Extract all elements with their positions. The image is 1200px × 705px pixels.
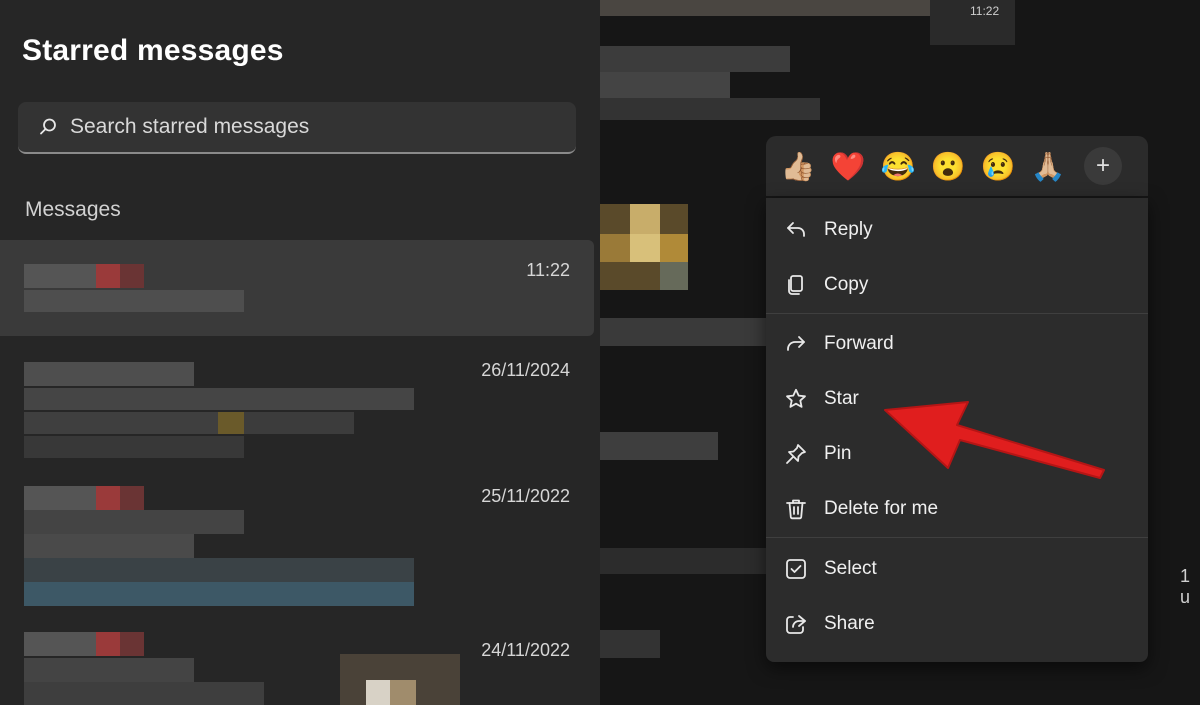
blurred-text: [24, 510, 244, 534]
message-context-menu: Reply Copy Forward Star Pin Delete for m…: [766, 198, 1148, 662]
blurred-chat-text: [600, 548, 766, 574]
starred-message-item[interactable]: 24/11/2022: [0, 624, 594, 705]
blurred-text: [24, 290, 244, 312]
blurred-sender: [24, 362, 194, 386]
blurred-chat-text: [600, 46, 790, 72]
blurred-text: [244, 412, 354, 434]
panel-title: Starred messages: [22, 34, 284, 67]
menu-item-delete-for-me[interactable]: Delete for me: [766, 485, 1148, 533]
star-icon: [783, 386, 809, 412]
starred-messages-panel: Starred messages Messages 11:22 26/11/20…: [0, 0, 600, 705]
copy-icon: [783, 272, 809, 298]
menu-item-share[interactable]: Share: [766, 600, 1148, 648]
menu-item-forward[interactable]: Forward: [766, 320, 1148, 368]
blurred-image: [600, 234, 630, 262]
message-time: 11:22: [526, 260, 570, 280]
blurred-text: [24, 534, 194, 558]
menu-item-pin[interactable]: Pin: [766, 430, 1148, 478]
blurred-image: [630, 234, 660, 262]
menu-item-label: Reply: [824, 219, 873, 240]
blurred-chat-text: [600, 432, 718, 460]
menu-separator: [766, 313, 1148, 314]
blurred-sender: [24, 486, 96, 510]
menu-item-label: Pin: [824, 443, 852, 464]
blurred-sender: [24, 264, 96, 288]
reaction-heart[interactable]: ❤️: [830, 148, 866, 184]
blurred-sender-accent: [96, 486, 120, 510]
blurred-text: [24, 412, 224, 434]
blurred-sender: [24, 632, 96, 656]
message-time: 25/11/2022: [481, 486, 570, 506]
menu-item-copy[interactable]: Copy: [766, 261, 1148, 309]
menu-item-reply[interactable]: Reply: [766, 206, 1148, 254]
reaction-bar: 👍🏼 ❤️ 😂 😮 😢 🙏🏼 +: [766, 136, 1148, 196]
menu-item-label: Forward: [824, 333, 894, 354]
menu-item-label: Copy: [824, 274, 869, 295]
chat-message-time: 11:22: [970, 4, 1000, 18]
starred-message-item[interactable]: 25/11/2022: [0, 478, 594, 608]
forward-icon: [783, 331, 809, 357]
blurred-text: [24, 388, 414, 410]
message-time: 24/11/2022: [481, 640, 570, 660]
menu-separator: [766, 537, 1148, 538]
pin-icon: [783, 441, 809, 467]
blurred-sender-accent: [96, 632, 120, 656]
reply-icon: [783, 217, 809, 243]
reaction-pray[interactable]: 🙏🏼: [1030, 148, 1066, 184]
menu-item-label: Delete for me: [824, 498, 939, 519]
trash-icon: [783, 496, 809, 522]
blurred-text: [24, 658, 194, 682]
menu-item-select[interactable]: Select: [766, 545, 1148, 593]
checkbox-icon: [783, 556, 809, 582]
blurred-text-accent: [218, 412, 244, 434]
reaction-laughing[interactable]: 😂: [880, 148, 916, 184]
blurred-image: [630, 204, 660, 234]
blurred-chat-text: [600, 98, 820, 120]
search-icon: [38, 117, 58, 137]
blurred-image: [660, 234, 688, 262]
message-time: 26/11/2024: [481, 360, 570, 380]
section-label-messages: Messages: [25, 198, 121, 221]
more-reactions-button[interactable]: +: [1084, 147, 1122, 185]
blurred-text: [24, 558, 414, 582]
menu-item-star[interactable]: Star: [766, 375, 1148, 423]
starred-message-item[interactable]: 11:22: [0, 240, 594, 336]
blurred-chat-text: [600, 72, 730, 98]
blurred-sender-accent: [120, 632, 144, 656]
reaction-crying[interactable]: 😢: [980, 148, 1016, 184]
reaction-thumbs-up[interactable]: 👍🏼: [780, 148, 816, 184]
blurred-thumbnail: [366, 680, 390, 705]
blurred-image: [660, 262, 688, 290]
blurred-sender-accent: [120, 486, 144, 510]
blurred-sender-accent: [120, 264, 144, 288]
blurred-sender-accent: [96, 264, 120, 288]
search-box[interactable]: [18, 102, 576, 154]
menu-item-label: Star: [824, 388, 859, 409]
blurred-chat-text: [600, 630, 660, 658]
blurred-chat-text: [600, 318, 766, 346]
reaction-surprised[interactable]: 😮: [930, 148, 966, 184]
menu-item-label: Share: [824, 613, 875, 634]
starred-message-item[interactable]: 26/11/2024: [0, 352, 594, 462]
chat-message-time-partial: 1 u: [1180, 566, 1191, 607]
blurred-link: [24, 582, 414, 606]
share-icon: [783, 611, 809, 637]
blurred-text: [24, 682, 264, 705]
menu-item-label: Select: [824, 558, 877, 579]
search-input[interactable]: [68, 114, 552, 140]
blurred-text: [24, 436, 244, 458]
blurred-thumbnail: [390, 680, 416, 705]
